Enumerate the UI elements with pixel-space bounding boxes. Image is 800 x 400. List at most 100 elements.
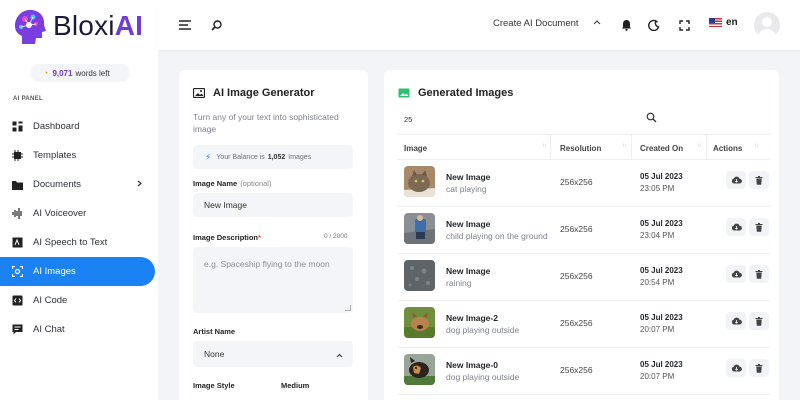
menu-icon[interactable] — [176, 16, 194, 34]
created-time: 20:07 PM — [640, 372, 675, 381]
image-name: New Image — [446, 266, 491, 276]
download-button[interactable] — [726, 171, 746, 189]
coin-icon: ◔ — [43, 68, 49, 78]
bell-icon[interactable] — [617, 16, 635, 34]
generated-images-card: Generated Images 25 Image ↑↓ Resolution … — [384, 70, 779, 400]
image-name: New Image — [446, 219, 491, 229]
sidebar-item-ai-speech-to-text[interactable]: AI Speech to Text — [0, 228, 158, 257]
created-time: 20:54 PM — [640, 278, 675, 287]
speech-icon — [12, 237, 23, 248]
image-thumbnail[interactable] — [404, 213, 435, 244]
sidebar-item-documents[interactable]: Documents — [0, 170, 158, 199]
cloud-download-icon — [731, 223, 742, 231]
dashboard-icon — [12, 121, 23, 132]
created-date: 05 Jul 2023 — [640, 266, 683, 275]
sidebar-item-ai-images[interactable]: AI Images — [0, 257, 155, 286]
sidebar-item-templates[interactable]: Templates — [0, 141, 158, 170]
sort-icon[interactable]: ↑↓ — [542, 143, 547, 149]
sidebar-nav: Dashboard Templates Documents AI Voiceov… — [0, 112, 158, 344]
artist-name-select[interactable]: None — [193, 341, 353, 367]
chevron-up-icon[interactable] — [593, 17, 601, 28]
generator-title: AI Image Generator — [192, 87, 314, 99]
image-description-label: Image Description* — [193, 233, 261, 242]
image-thumbnail[interactable] — [404, 260, 435, 291]
search-icon[interactable] — [646, 112, 657, 123]
image-thumbnail[interactable] — [404, 354, 435, 385]
trash-icon — [755, 316, 763, 326]
delete-button[interactable] — [749, 312, 769, 330]
column-resolution[interactable]: Resolution — [560, 144, 601, 153]
created-time: 23:05 PM — [640, 184, 675, 193]
image-description: raining — [446, 278, 472, 288]
description-char-counter: 0 / 2000 — [324, 233, 348, 240]
image-icon — [398, 88, 410, 98]
image-description: child playing on the ground — [446, 231, 548, 241]
sidebar-item-dashboard[interactable]: Dashboard — [0, 112, 158, 141]
search-icon[interactable] — [207, 16, 225, 34]
templates-icon — [12, 150, 23, 161]
sort-icon[interactable]: ↑↓ — [754, 143, 759, 149]
created-date: 05 Jul 2023 — [640, 172, 683, 181]
us-flag-icon — [709, 18, 722, 27]
medium-label: Medium — [281, 381, 310, 390]
trash-icon — [755, 363, 763, 373]
fullscreen-icon[interactable] — [675, 16, 693, 34]
image-resolution: 256x256 — [560, 224, 593, 234]
download-button[interactable] — [726, 312, 746, 330]
delete-button[interactable] — [749, 265, 769, 283]
image-resolution: 256x256 — [560, 318, 593, 328]
moon-icon[interactable] — [645, 16, 663, 34]
image-name: New Image — [446, 172, 491, 182]
bolt-icon: ⚡ — [205, 151, 212, 162]
image-description: dog playing outside — [446, 325, 520, 335]
table-row: New Image-2 dog playing outside 256x256 … — [398, 301, 770, 348]
sidebar-item-ai-voiceover[interactable]: AI Voiceover — [0, 199, 158, 228]
image-style-label: Image Style — [193, 381, 235, 390]
code-icon — [12, 295, 23, 306]
artist-name-label: Artist Name — [193, 327, 236, 336]
download-button[interactable] — [726, 218, 746, 236]
image-resolution: 256x256 — [560, 177, 593, 187]
image-description-textarea[interactable]: e.g. Spaceship flying to the moon — [193, 247, 353, 313]
top-bar: Create AI Document en — [158, 0, 800, 50]
words-left-badge: ◔ 9,071 words left — [30, 64, 130, 82]
image-name: New Image-0 — [446, 360, 498, 370]
sort-icon[interactable]: ↑↓ — [622, 143, 627, 149]
image-scan-icon — [12, 266, 23, 277]
image-thumbnail[interactable] — [404, 307, 435, 338]
language-selector[interactable]: en — [709, 17, 738, 28]
trash-icon — [755, 175, 763, 185]
logo[interactable]: BloxiAI — [0, 0, 158, 52]
user-avatar[interactable] — [754, 12, 780, 38]
created-time: 20:07 PM — [640, 325, 675, 334]
image-generator-card: AI Image Generator Turn any of your text… — [179, 70, 368, 400]
image-resolution: 256x256 — [560, 271, 593, 281]
chat-icon — [12, 324, 23, 335]
delete-button[interactable] — [749, 218, 769, 236]
image-thumbnail[interactable] — [404, 166, 435, 197]
download-button[interactable] — [726, 359, 746, 377]
column-created-on[interactable]: Created On — [640, 144, 683, 153]
table-row: New Image cat playing 256x256 05 Jul 202… — [398, 160, 770, 207]
page-size-select[interactable]: 25 — [404, 115, 412, 124]
create-document-dropdown[interactable]: Create AI Document — [493, 18, 579, 29]
sidebar-item-ai-code[interactable]: AI Code — [0, 286, 158, 315]
column-separator — [706, 135, 707, 160]
created-time: 23:04 PM — [640, 231, 675, 240]
download-button[interactable] — [726, 265, 746, 283]
resize-handle[interactable] — [345, 305, 351, 311]
column-actions: Actions — [713, 144, 743, 153]
sidebar-item-ai-chat[interactable]: AI Chat — [0, 315, 158, 344]
sidebar: ◔ 9,071 words left AI PANEL Dashboard Te… — [0, 52, 158, 400]
image-name-input[interactable]: New Image — [193, 193, 353, 217]
panel-section-label: AI PANEL — [13, 96, 43, 102]
delete-button[interactable] — [749, 359, 769, 377]
created-date: 05 Jul 2023 — [640, 313, 683, 322]
column-separator — [631, 135, 632, 160]
sort-icon[interactable]: ↑↓ — [697, 143, 702, 149]
table-row: New Image child playing on the ground 25… — [398, 207, 770, 254]
column-image[interactable]: Image — [404, 144, 427, 153]
delete-button[interactable] — [749, 171, 769, 189]
brain-head-logo-icon — [15, 9, 46, 44]
created-date: 05 Jul 2023 — [640, 360, 683, 369]
